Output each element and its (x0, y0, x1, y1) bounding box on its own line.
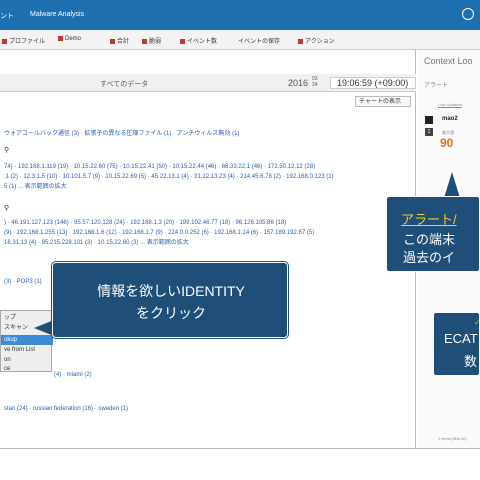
list-item[interactable]: ウォアコールバック通信 (3) · 拡張子の異なる圧縮ファイル (1) · アン… (4, 131, 239, 138)
list-item[interactable]: (9) · 192.168.1.255 (13) · 192.168.1.6 (… (4, 230, 314, 237)
tab-bar: プロファイル Demo 合計 脆弱 イベント数 イベントの保存 アクション (0, 30, 480, 76)
items-footer: 1 items (first 10) (438, 436, 467, 441)
count-badge: 1 (425, 128, 433, 136)
callout-line: をクリック (136, 305, 206, 321)
host-name[interactable]: mao2 (442, 116, 458, 122)
tab-label: イベント数 (187, 39, 218, 45)
day: 24 (312, 82, 318, 88)
flag-icon (425, 116, 433, 124)
tab-action[interactable]: アクション (298, 36, 335, 45)
tab-label: アクション (305, 39, 335, 45)
app-title: Malware Analysis (30, 11, 85, 18)
list-item[interactable]: 74) · 192.168.1.119 (19) · 10.15.22.60 (… (4, 164, 315, 171)
tab-icon (2, 38, 7, 44)
alerts-label: アラート (424, 83, 449, 89)
tab-icon (298, 38, 303, 44)
tab-icon (58, 36, 63, 41)
callout-box-alerts: アラート/ この端末 過去のイ (386, 196, 480, 272)
list-item[interactable]: 16.31.13 (4) · 95.215.228.101 (3) · 10.1… (4, 240, 189, 247)
tab-label: プロファイル (9, 39, 46, 45)
power-icon[interactable] (462, 8, 474, 20)
callout-line: この端末 (403, 232, 456, 247)
callout-box: 情報を欲しいIDENTITY をクリック (52, 262, 288, 338)
tab-events[interactable]: イベント数 (180, 36, 217, 45)
time-display[interactable]: 19:06:59 (+09:00) (330, 77, 416, 89)
search-icon[interactable]: ⚲ (4, 146, 9, 154)
callout-pointer (444, 172, 460, 198)
tab-save-events[interactable]: イベントの保存 (238, 36, 280, 45)
menu-item[interactable]: okup (1, 335, 53, 345)
tab-total[interactable]: 合計 (110, 36, 129, 45)
callout-line: 情報を欲しいIDENTITY (97, 283, 245, 299)
tab-icon (142, 38, 147, 44)
month-day[interactable]: 03 24 (312, 76, 318, 88)
callout-pointer (34, 320, 54, 336)
tab-profile[interactable]: プロファイル (2, 36, 45, 45)
main-panel (0, 50, 416, 448)
show-chart-button[interactable]: チャートの表示 (355, 96, 411, 107)
list-item[interactable]: 5 (1) ... 表示範囲の拡大 (4, 184, 67, 191)
data-header: すべてのデータ 2016 03 24 19:06:59 (+09:00) (0, 74, 416, 92)
tab-vuln[interactable]: 脆弱 (142, 36, 161, 45)
callout-line: ECAT (444, 331, 478, 346)
context-title: Context Loo (424, 56, 473, 66)
last-updated-link[interactable]: Last Updated (438, 102, 462, 107)
tab-icon (180, 38, 185, 44)
tab-label: 脆弱 (149, 39, 162, 45)
title-bar: ント Malware Analysis (0, 0, 480, 30)
callout-line: 数 (464, 354, 478, 369)
year[interactable]: 2016 (288, 78, 308, 88)
tab-demo[interactable]: Demo (58, 36, 81, 42)
risk-score: 90 (440, 136, 454, 150)
list-item[interactable]: (3) · POP3 (1) (4, 279, 42, 286)
mark-icon: ✓ (474, 318, 480, 327)
list-item[interactable]: (4) · miami (2) (54, 372, 92, 379)
app-label: ント (0, 13, 14, 20)
list-item[interactable]: ) · 46.191.127.123 (146) · 95.57.120.128… (4, 220, 286, 227)
tab-label: 合計 (117, 39, 130, 45)
menu-item[interactable]: ve from List (1, 345, 53, 355)
all-data-label: すべてのデータ (100, 81, 149, 88)
list-item[interactable]: stan (24) · russian federation (16) · sw… (4, 406, 128, 413)
alerts-link: アラート/ (401, 212, 457, 227)
tab-icon (110, 38, 115, 44)
callout-line: 過去のイ (403, 250, 456, 265)
menu-item[interactable]: ce (1, 364, 53, 374)
tab-label: イベントの保存 (238, 39, 281, 45)
tab-label: Demo (65, 36, 82, 43)
list-item[interactable]: .1 (2) · 12.3.1.5 (10) · 10.101.5.7 (9) … (4, 174, 334, 181)
bottom-area (0, 448, 480, 480)
callout-box-ecat: ✓ ECAT 数 (433, 312, 480, 376)
search-icon[interactable]: ⚲ (4, 204, 9, 212)
